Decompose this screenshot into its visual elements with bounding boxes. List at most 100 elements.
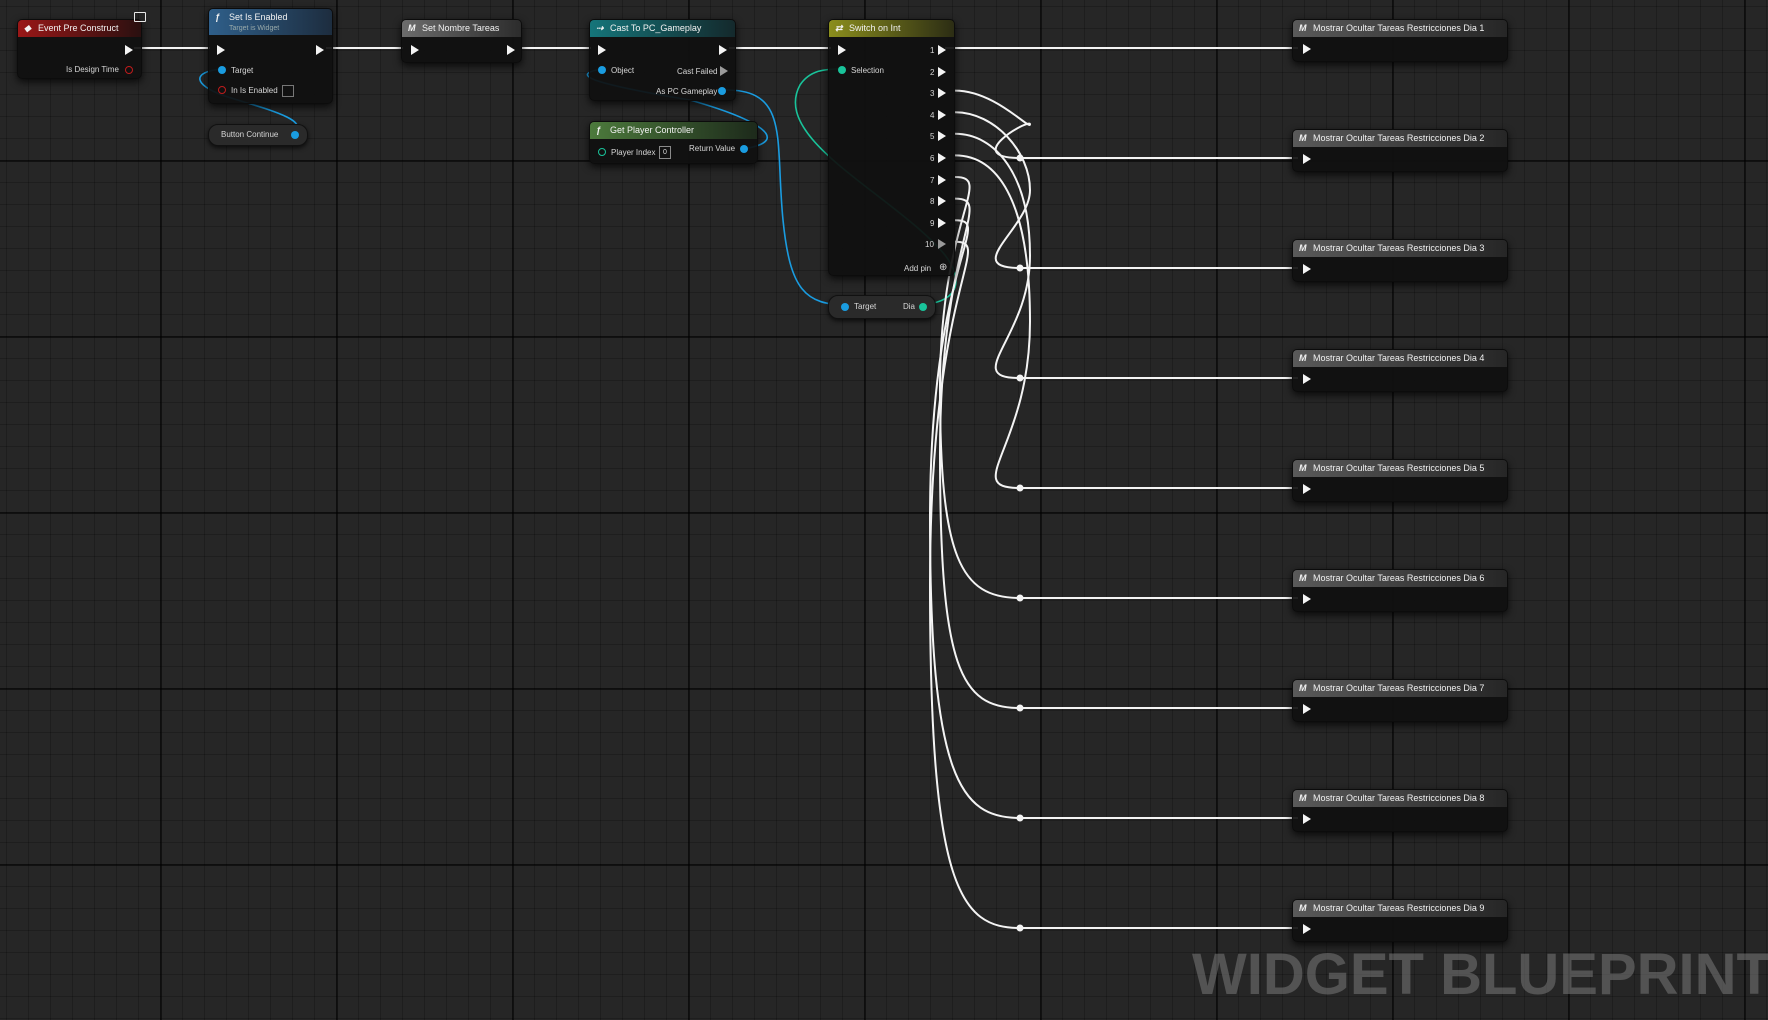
switch-output-pin[interactable] xyxy=(938,131,946,142)
macro-m-icon: M xyxy=(1299,683,1307,693)
pin-label-in-is-enabled: In Is Enabled xyxy=(231,86,278,95)
exec-in-pin[interactable] xyxy=(411,45,419,55)
exec-in-pin[interactable] xyxy=(217,45,225,55)
variable-label-button-continue: Button Continue xyxy=(221,130,279,139)
node-title: Mostrar Ocultar Tareas Restricciones Dia… xyxy=(1313,463,1485,473)
node-title: Mostrar Ocultar Tareas Restricciones Dia… xyxy=(1313,23,1485,33)
switch-output-label: 4 xyxy=(930,110,935,120)
node-title: Event Pre Construct xyxy=(38,23,119,33)
pin-label-target: Target xyxy=(231,66,254,75)
cast-arrows-icon: ⇢ xyxy=(596,23,604,33)
reroute-knot[interactable] xyxy=(1016,594,1024,602)
add-pin-icon[interactable]: ⊕ xyxy=(939,262,947,273)
node-title: Set Is Enabled xyxy=(229,12,288,22)
exec-in-pin[interactable] xyxy=(598,45,606,55)
selection-pin[interactable] xyxy=(838,66,846,74)
in-is-enabled-checkbox[interactable] xyxy=(282,85,294,97)
mostrar-ocultar-node[interactable]: M Mostrar Ocultar Tareas Restricciones Di… xyxy=(1292,349,1508,392)
reroute-knot[interactable] xyxy=(1016,264,1024,272)
switch-output-pin[interactable] xyxy=(938,217,946,228)
exec-out-pin[interactable] xyxy=(719,45,727,55)
in-is-enabled-pin[interactable] xyxy=(218,86,226,94)
cast-failed-exec-pin[interactable] xyxy=(720,66,728,76)
mostrar-ocultar-node[interactable]: M Mostrar Ocultar Tareas Restricciones Di… xyxy=(1292,129,1508,172)
mostrar-ocultar-node[interactable]: M Mostrar Ocultar Tareas Restricciones Di… xyxy=(1292,569,1508,612)
mostrar-ocultar-node[interactable]: M Mostrar Ocultar Tareas Restricciones Di… xyxy=(1292,459,1508,502)
get-player-controller-node[interactable]: ƒ Get Player Controller Player Index 0 Re… xyxy=(589,121,758,164)
switch-output-pin[interactable] xyxy=(938,109,946,120)
mostrar-ocultar-node[interactable]: M Mostrar Ocultar Tareas Restricciones Di… xyxy=(1292,899,1508,942)
is-design-time-pin[interactable] xyxy=(125,66,133,74)
exec-out-pin[interactable] xyxy=(316,45,324,55)
pin-label-object: Object xyxy=(611,66,635,75)
reroute-knot[interactable] xyxy=(1016,374,1024,382)
exec-in-pin[interactable] xyxy=(1303,594,1311,604)
dia-target-pin[interactable] xyxy=(841,303,849,311)
exec-in-pin[interactable] xyxy=(1303,484,1311,494)
screen-icon xyxy=(134,12,146,22)
node-title: Set Nombre Tareas xyxy=(422,23,500,33)
mostrar-ocultar-node[interactable]: M Mostrar Ocultar Tareas Restricciones Di… xyxy=(1292,679,1508,722)
function-f-icon: ƒ xyxy=(215,12,221,22)
dia-out-pin[interactable] xyxy=(919,303,927,311)
button-continue-out-pin[interactable] xyxy=(291,131,299,139)
exec-in-pin[interactable] xyxy=(1303,154,1311,164)
macro-m-icon: M xyxy=(1299,793,1307,803)
reroute-knot[interactable] xyxy=(1016,704,1024,712)
switch-output-pin[interactable] xyxy=(938,174,946,185)
event-pre-construct-node[interactable]: ◆ Event Pre Construct Is Design Time xyxy=(17,19,142,79)
set-nombre-tareas-node[interactable]: M Set Nombre Tareas xyxy=(401,19,522,63)
exec-in-pin[interactable] xyxy=(1303,44,1311,54)
exec-in-pin[interactable] xyxy=(1303,704,1311,714)
node-title: Mostrar Ocultar Tareas Restricciones Dia… xyxy=(1313,133,1485,143)
switch-output-pin[interactable] xyxy=(938,66,946,77)
mostrar-ocultar-node[interactable]: M Mostrar Ocultar Tareas Restricciones Di… xyxy=(1292,19,1508,62)
macro-m-icon: M xyxy=(1299,133,1307,143)
mostrar-ocultar-node[interactable]: M Mostrar Ocultar Tareas Restricciones Di… xyxy=(1292,789,1508,832)
object-pin[interactable] xyxy=(598,66,606,74)
switch-output-label: 2 xyxy=(930,67,935,77)
pin-label-is-design-time: Is Design Time xyxy=(66,65,119,74)
switch-output-pin[interactable] xyxy=(938,88,946,99)
node-title: Mostrar Ocultar Tareas Restricciones Dia… xyxy=(1313,353,1485,363)
set-is-enabled-node[interactable]: ƒ Set Is Enabled Target is Widget Target … xyxy=(208,8,333,104)
node-title: Mostrar Ocultar Tareas Restricciones Dia… xyxy=(1313,243,1485,253)
player-index-input[interactable]: 0 xyxy=(659,146,671,159)
switch-output-pin[interactable] xyxy=(938,239,946,250)
node-title: Mostrar Ocultar Tareas Restricciones Dia… xyxy=(1313,903,1485,913)
as-pc-gameplay-pin[interactable] xyxy=(718,87,726,95)
dia-getter-node[interactable]: Target Dia xyxy=(828,295,936,319)
node-title: Switch on Int xyxy=(849,23,901,33)
pin-label-target: Target xyxy=(854,302,877,311)
player-index-pin[interactable] xyxy=(598,148,606,156)
switch-output-pin[interactable] xyxy=(938,45,946,55)
switch-output-pin[interactable] xyxy=(938,196,946,207)
node-title: Mostrar Ocultar Tareas Restricciones Dia… xyxy=(1313,573,1485,583)
exec-in-pin[interactable] xyxy=(1303,924,1311,934)
node-subtitle: Target is Widget xyxy=(229,25,280,32)
reroute-knot[interactable] xyxy=(1016,814,1024,822)
target-pin[interactable] xyxy=(218,66,226,74)
reroute-knot[interactable] xyxy=(1016,484,1024,492)
return-value-pin[interactable] xyxy=(740,145,748,153)
pin-label-return-value: Return Value xyxy=(689,144,736,153)
button-continue-getter-node[interactable]: Button Continue xyxy=(208,124,308,146)
exec-out-pin[interactable] xyxy=(507,45,515,55)
mostrar-ocultar-node[interactable]: M Mostrar Ocultar Tareas Restricciones Di… xyxy=(1292,239,1508,282)
exec-out-pin[interactable] xyxy=(125,45,133,55)
switch-output-pin[interactable] xyxy=(938,153,946,163)
exec-in-pin[interactable] xyxy=(1303,264,1311,274)
node-title: Get Player Controller xyxy=(610,125,695,135)
macro-m-icon: M xyxy=(1299,23,1307,33)
exec-in-pin[interactable] xyxy=(1303,814,1311,824)
switch-on-int-node[interactable]: ⇄ Switch on Int Selection 1 2 3 4 5 6 7 8 9 10 Add… xyxy=(828,19,955,276)
exec-in-pin[interactable] xyxy=(838,45,846,55)
pin-label-dia: Dia xyxy=(903,302,916,311)
macro-m-icon: M xyxy=(1299,463,1307,473)
reroute-knot[interactable] xyxy=(1016,924,1024,932)
pin-label-player-index: Player Index xyxy=(611,148,656,157)
exec-in-pin[interactable] xyxy=(1303,374,1311,384)
switch-output-label: 9 xyxy=(930,218,935,228)
cast-to-pc-gameplay-node[interactable]: ⇢ Cast To PC_Gameplay Object Cast Failed … xyxy=(589,19,736,101)
node-title: Mostrar Ocultar Tareas Restricciones Dia… xyxy=(1313,683,1485,693)
